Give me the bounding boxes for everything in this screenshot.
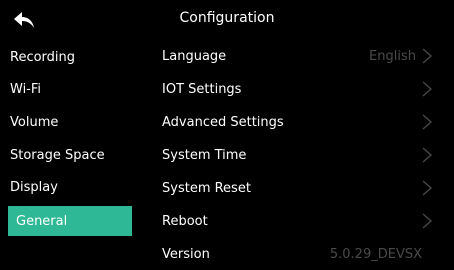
sidebar-item-label: Recording bbox=[10, 49, 76, 65]
chevron-right-icon bbox=[422, 147, 432, 163]
advanced-settings-row[interactable]: Advanced Settings bbox=[150, 106, 434, 138]
settings-list: Language English IOT Settings Advanced S… bbox=[150, 40, 440, 266]
sidebar-item-label: Volume bbox=[10, 114, 59, 130]
back-arrow-icon bbox=[14, 12, 34, 28]
configuration-screen: Configuration Recording Wi-Fi Volume Sto… bbox=[0, 0, 454, 266]
chevron-right-icon bbox=[422, 180, 432, 196]
chevron-right-icon bbox=[422, 114, 432, 130]
reboot-row[interactable]: Reboot bbox=[150, 205, 434, 237]
row-label: IOT Settings bbox=[162, 81, 242, 97]
sidebar-item-label: General bbox=[16, 213, 68, 229]
sidebar-item-label: Storage Space bbox=[10, 147, 105, 163]
row-label: System Reset bbox=[162, 180, 251, 196]
chevron-right-icon bbox=[422, 48, 432, 64]
row-label: System Time bbox=[162, 147, 247, 163]
system-time-row[interactable]: System Time bbox=[150, 139, 434, 171]
sidebar-item-storage-space[interactable]: Storage Space bbox=[8, 140, 132, 170]
sidebar-item-display[interactable]: Display bbox=[8, 172, 132, 202]
sidebar-item-volume[interactable]: Volume bbox=[8, 107, 132, 137]
system-reset-row[interactable]: System Reset bbox=[150, 172, 434, 204]
back-button[interactable] bbox=[8, 5, 40, 35]
language-row[interactable]: Language English bbox=[150, 40, 434, 72]
chevron-right-icon bbox=[422, 81, 432, 97]
chevron-right-icon bbox=[422, 213, 432, 229]
row-label: Reboot bbox=[162, 213, 208, 229]
sidebar-item-recording[interactable]: Recording bbox=[8, 42, 132, 72]
version-value: 5.0.29_DEVSX bbox=[329, 246, 422, 262]
sidebar: Recording Wi-Fi Volume Storage Space Dis… bbox=[0, 40, 140, 266]
version-row: Version 5.0.29_DEVSX bbox=[150, 238, 434, 270]
page-title: Configuration bbox=[179, 10, 275, 26]
iot-settings-row[interactable]: IOT Settings bbox=[150, 73, 434, 105]
language-value: English bbox=[369, 48, 416, 64]
sidebar-item-label: Display bbox=[10, 179, 58, 195]
top-bar: Configuration bbox=[0, 0, 454, 40]
row-label: Language bbox=[162, 48, 227, 64]
sidebar-item-label: Wi-Fi bbox=[10, 81, 42, 97]
row-label: Version bbox=[162, 246, 210, 262]
row-label: Advanced Settings bbox=[162, 114, 284, 130]
sidebar-item-wifi[interactable]: Wi-Fi bbox=[8, 74, 132, 104]
sidebar-item-general[interactable]: General bbox=[8, 206, 132, 236]
